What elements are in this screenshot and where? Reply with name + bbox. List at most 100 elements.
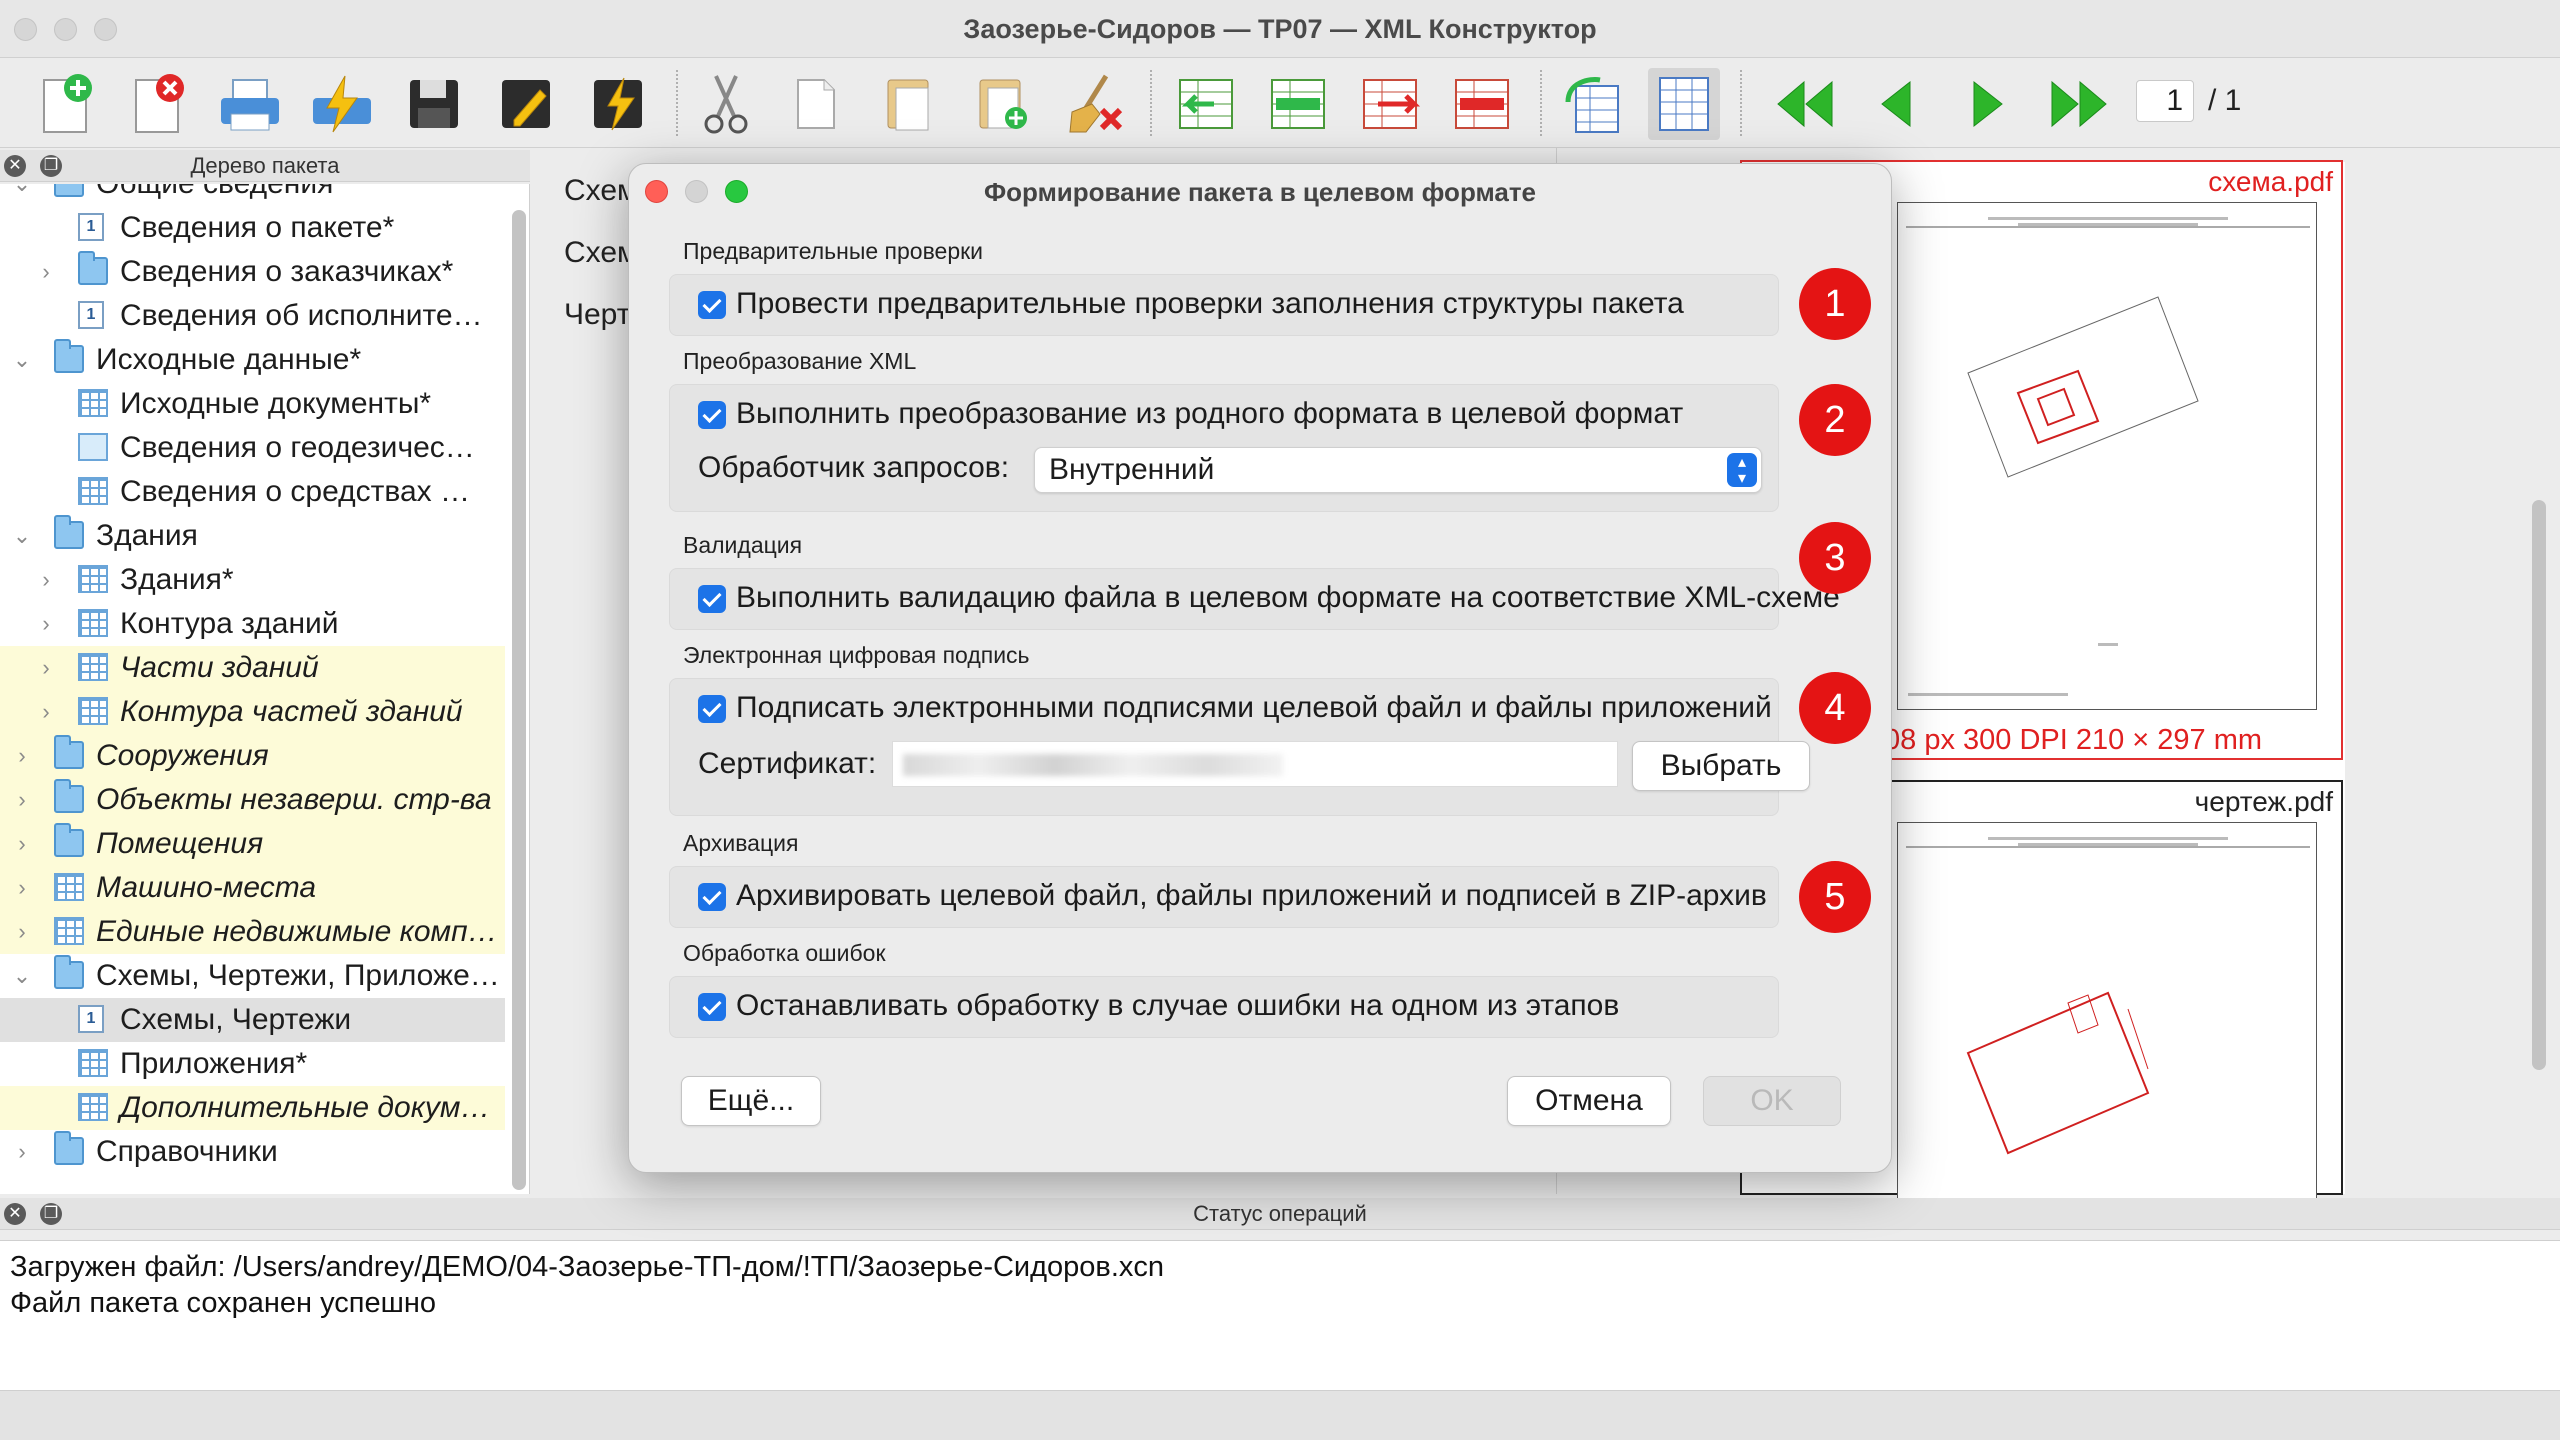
ok-button[interactable]: OK	[1703, 1076, 1841, 1126]
save-icon[interactable]	[398, 68, 470, 140]
add-row-left-icon[interactable]	[1170, 68, 1242, 140]
stop-on-error-checkbox[interactable]	[698, 993, 726, 1021]
chevron-right-icon[interactable]: ›	[34, 690, 58, 734]
delete-document-icon[interactable]	[122, 68, 194, 140]
tree-item[interactable]: 1 Сведения о пакете*	[0, 206, 505, 250]
close-panel-icon[interactable]: ✕	[4, 1203, 26, 1225]
precheck-label[interactable]: Провести предварительные проверки заполн…	[736, 287, 1684, 321]
step-badge: 1	[1799, 268, 1871, 340]
tree-item[interactable]: › Контура частей зданий	[0, 690, 505, 734]
signature-group: Подписать электронными подписями целевой…	[669, 678, 1810, 816]
chevron-down-icon[interactable]: ⌄	[10, 184, 34, 206]
copy-table-icon[interactable]	[1556, 68, 1628, 140]
chevron-right-icon[interactable]: ›	[10, 866, 34, 910]
close-panel-icon[interactable]: ✕	[4, 155, 26, 177]
choose-certificate-button[interactable]: Выбрать	[1632, 741, 1810, 791]
float-panel-icon[interactable]: ❐	[40, 155, 62, 177]
paste-icon[interactable]	[874, 68, 946, 140]
tree-item[interactable]: ⌄ Исходные данные*	[0, 338, 505, 382]
tree-panel-title: Дерево пакета	[190, 153, 340, 178]
archive-checkbox[interactable]	[698, 883, 726, 911]
chevron-right-icon[interactable]: ›	[10, 734, 34, 778]
last-page-icon[interactable]	[2044, 68, 2116, 140]
status-panel-title: Статус операций	[1193, 1201, 1367, 1226]
chevron-right-icon[interactable]: ›	[34, 646, 58, 690]
xml-transform-label[interactable]: Выполнить преобразование из родного форм…	[736, 397, 1683, 431]
remove-row-icon[interactable]	[1446, 68, 1518, 140]
first-page-icon[interactable]	[1768, 68, 1840, 140]
chevron-right-icon[interactable]: ›	[10, 778, 34, 822]
precheck-checkbox[interactable]	[698, 291, 726, 319]
tree-item[interactable]: › Помещения	[0, 822, 505, 866]
chevron-right-icon[interactable]: ›	[10, 1130, 34, 1174]
paste-add-icon[interactable]	[966, 68, 1038, 140]
chevron-down-icon[interactable]: ⌄	[10, 954, 34, 998]
copy-icon[interactable]	[782, 68, 854, 140]
clear-icon[interactable]	[1058, 68, 1130, 140]
next-page-icon[interactable]	[1952, 68, 2024, 140]
tree-item[interactable]: ⌄ Схемы, Чертежи, Приложе…	[0, 954, 505, 998]
new-document-icon[interactable]	[30, 68, 102, 140]
tree-item-label: Приложения*	[120, 1047, 308, 1080]
chevron-right-icon[interactable]: ›	[10, 822, 34, 866]
chevron-down-icon[interactable]: ⌄	[10, 338, 34, 382]
tree-item[interactable]: › Справочники	[0, 1130, 505, 1174]
table-view-icon[interactable]	[1648, 68, 1720, 140]
precheck-group: Провести предварительные проверки заполн…	[669, 274, 1779, 336]
signature-label[interactable]: Подписать электронными подписями целевой…	[736, 691, 1772, 725]
save-flash-icon[interactable]	[582, 68, 654, 140]
tree-item[interactable]: › Контура зданий	[0, 602, 505, 646]
step-badge: 5	[1799, 861, 1871, 933]
chevron-right-icon[interactable]: ›	[10, 910, 34, 954]
validation-checkbox[interactable]	[698, 585, 726, 613]
validation-label[interactable]: Выполнить валидацию файла в целевом форм…	[736, 581, 1840, 615]
export-flash-icon[interactable]	[306, 68, 378, 140]
tree-item-label: Сведения о геодезичес…	[120, 431, 475, 464]
tree-item[interactable]: Сведения о средствах …	[0, 470, 505, 514]
tree-item[interactable]: › Сведения о заказчиках*	[0, 250, 505, 294]
tree-item[interactable]: › Машино-места	[0, 866, 505, 910]
archive-label[interactable]: Архивировать целевой файл, файлы приложе…	[736, 879, 1767, 913]
table-icon	[78, 653, 108, 681]
chevron-right-icon[interactable]: ›	[34, 250, 58, 294]
tree-item[interactable]: 1 Схемы, Чертежи	[0, 998, 505, 1042]
cut-icon[interactable]	[690, 68, 762, 140]
title-bar: Заозерье-Сидоров — ТР07 — XML Конструкто…	[0, 0, 2560, 58]
tree-item[interactable]: Исходные документы*	[0, 382, 505, 426]
more-button[interactable]: Ещё...	[681, 1076, 821, 1126]
xml-transform-checkbox[interactable]	[698, 401, 726, 429]
stop-on-error-label[interactable]: Останавливать обработку в случае ошибки …	[736, 989, 1619, 1023]
insert-row-icon[interactable]	[1262, 68, 1334, 140]
save-edit-icon[interactable]	[490, 68, 562, 140]
add-row-right-icon[interactable]	[1354, 68, 1426, 140]
tree-item[interactable]: 1 Сведения об исполните…	[0, 294, 505, 338]
page-number-input[interactable]: 1	[2136, 80, 2194, 122]
tree-item[interactable]: ⌄ Здания	[0, 514, 505, 558]
cancel-button[interactable]: Отмена	[1507, 1076, 1671, 1126]
float-panel-icon[interactable]: ❐	[40, 1203, 62, 1225]
handler-select[interactable]: Внутренний ▴ ▾	[1034, 447, 1762, 493]
chevron-down-icon[interactable]: ⌄	[10, 514, 34, 558]
tree-item[interactable]: ⌄ Общие сведения*	[0, 184, 505, 206]
certificate-field[interactable]	[892, 741, 1618, 787]
chevron-right-icon[interactable]: ›	[34, 558, 58, 602]
preview-scrollbar[interactable]	[2532, 500, 2546, 1070]
folder-icon	[78, 251, 108, 285]
package-tree[interactable]: ⌄ Общие сведения* 1 Сведения о пакете* › Свед…	[0, 184, 530, 1194]
tree-item-label: Здания	[96, 519, 198, 552]
tree-item[interactable]: › Здания*	[0, 558, 505, 602]
table-icon	[78, 477, 108, 505]
signature-checkbox[interactable]	[698, 695, 726, 723]
tree-item[interactable]: › Части зданий	[0, 646, 505, 690]
tree-item[interactable]: Приложения*	[0, 1042, 505, 1086]
tree-scrollbar[interactable]	[512, 210, 526, 1190]
tree-item[interactable]: › Сооружения	[0, 734, 505, 778]
chevron-right-icon[interactable]: ›	[34, 602, 58, 646]
tree-item[interactable]: › Единые недвижимые комп…	[0, 910, 505, 954]
tree-item[interactable]: Сведения о геодезичес…	[0, 426, 505, 470]
print-icon[interactable]	[214, 68, 286, 140]
tree-item[interactable]: › Объекты незаверш. стр-ва	[0, 778, 505, 822]
tree-item[interactable]: Дополнительные докум…	[0, 1086, 505, 1130]
validation-group: Выполнить валидацию файла в целевом форм…	[669, 568, 1840, 630]
prev-page-icon[interactable]	[1860, 68, 1932, 140]
